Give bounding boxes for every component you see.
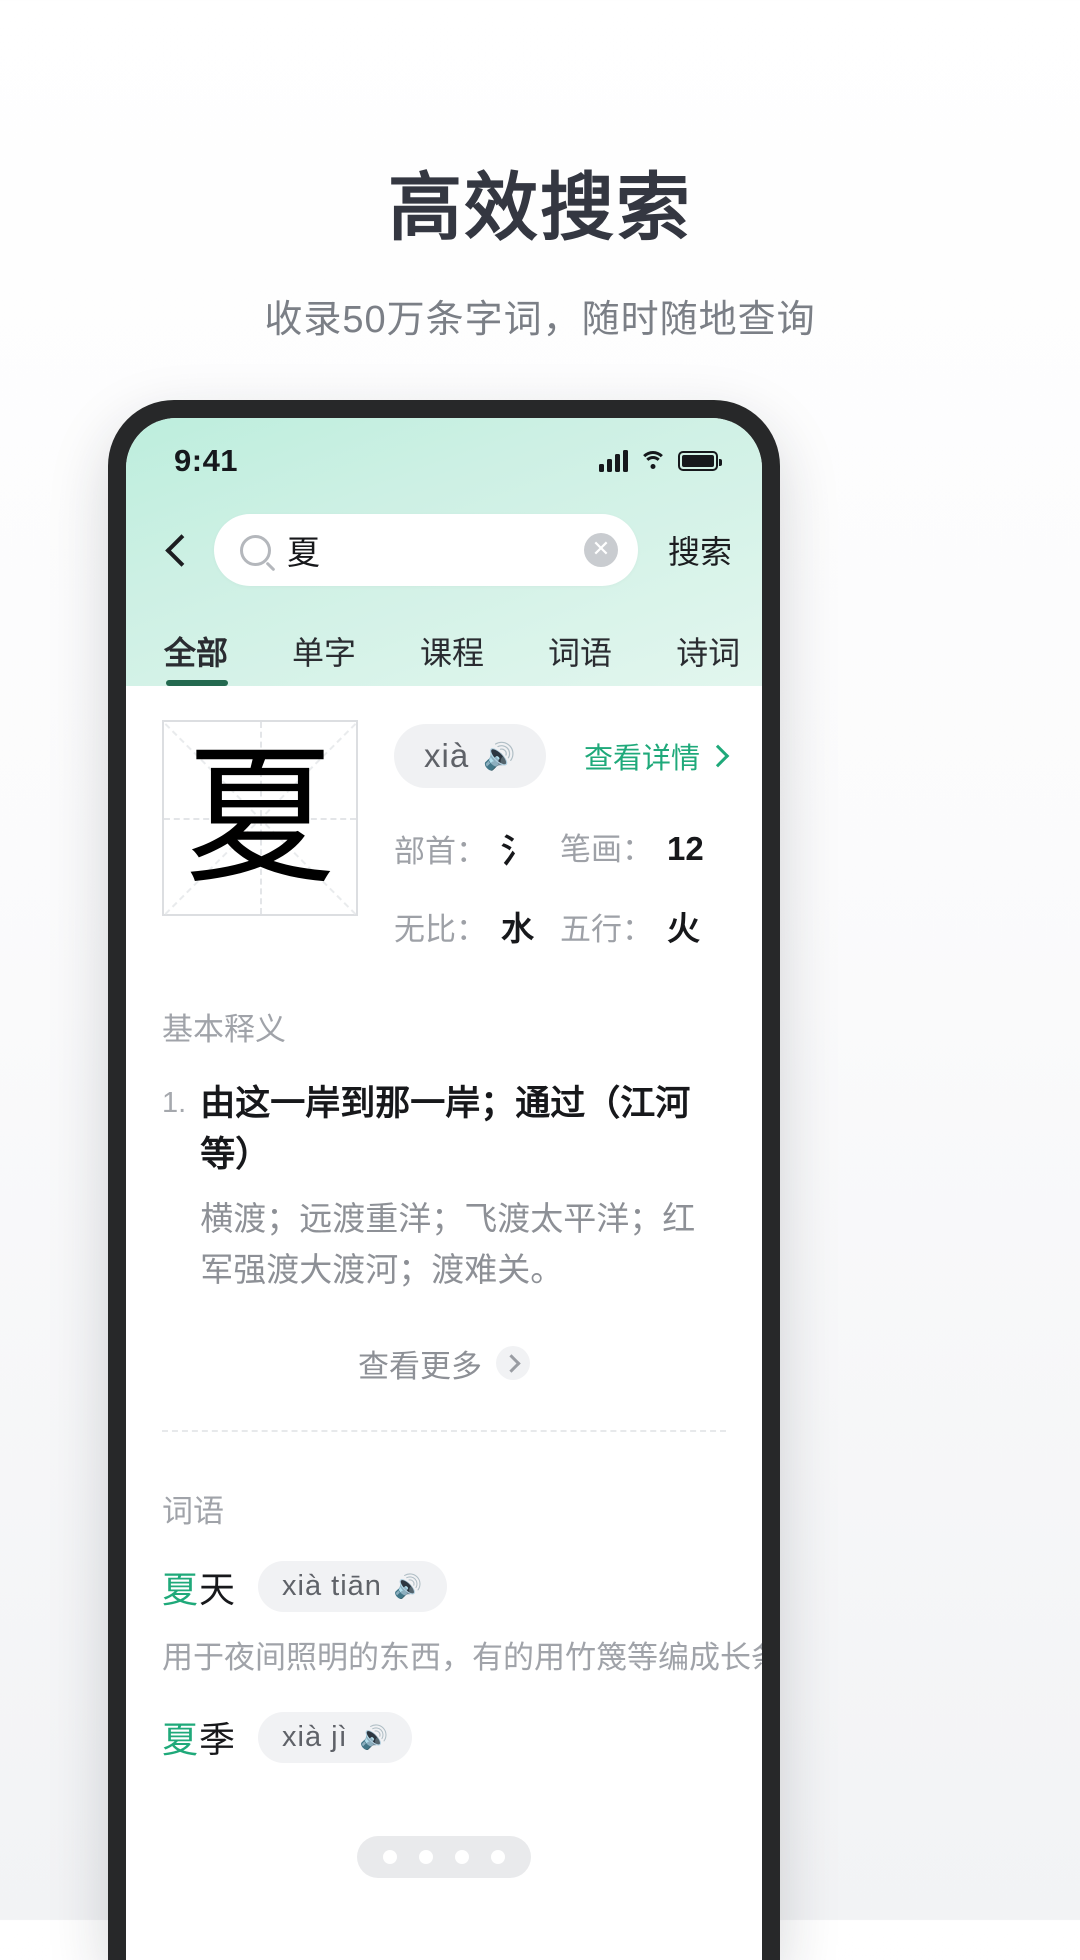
- tab-single-char[interactable]: 单字: [292, 628, 356, 686]
- app-header: 9:41 夏 ✕ 搜索 全部 单字 课程 词语 诗词: [126, 418, 762, 686]
- character-grid-tile: 夏: [162, 720, 358, 916]
- search-input[interactable]: 夏 ✕: [214, 514, 638, 586]
- status-bar-clock: 9:41: [174, 443, 239, 478]
- speaker-icon[interactable]: 🔊: [394, 1575, 423, 1598]
- tab-all[interactable]: 全部: [164, 628, 229, 686]
- tab-words[interactable]: 词语: [548, 628, 612, 686]
- attribute-value: 氵: [501, 832, 534, 869]
- word-description: 用于夜间照明的东西，有的用竹篾等编成长条，有…: [162, 1639, 762, 1675]
- search-icon: [240, 534, 271, 566]
- cellular-signal-icon: [599, 450, 628, 472]
- pinyin-text: xià jì: [282, 1720, 348, 1753]
- definition-item: 1. 由这一岸到那一岸；通过（江河等） 横渡；远渡重洋；飞渡太平洋；红军强渡大渡…: [126, 1049, 762, 1295]
- section-title-basic: 基本释义: [162, 1012, 286, 1047]
- battery-icon: [678, 451, 722, 471]
- tab-poems[interactable]: 诗词: [676, 628, 740, 686]
- phone-mockup: 9:41 夏 ✕ 搜索 全部 单字 课程 词语 诗词 夏 xià 🔊 查看详情 …: [108, 400, 780, 1960]
- speaker-icon[interactable]: 🔊: [360, 1725, 389, 1749]
- attribute-value: 火: [667, 910, 700, 947]
- character-meta: xià 🔊 查看详情 部首： 氵 笔画： 12 无比： 水 五行： 火: [394, 720, 730, 950]
- wifi-icon: [639, 451, 667, 471]
- character-meta-top: xià 🔊 查看详情: [394, 724, 730, 788]
- word-suffix: 季: [199, 1719, 237, 1761]
- chevron-right-icon: [496, 1346, 530, 1381]
- character-attributes: 部首： 氵 笔画： 12 无比： 水 五行： 火: [394, 824, 726, 950]
- word-suffix: 天: [199, 1568, 237, 1610]
- definition-headline: 由这一岸到那一岸；通过（江河等）: [200, 1084, 691, 1174]
- definition-examples: 横渡；远渡重洋；飞渡太平洋；红军强渡大渡河；渡难关。: [200, 1199, 696, 1288]
- attribute-label: 无比：: [394, 912, 487, 947]
- view-detail-link[interactable]: 查看详情: [583, 735, 730, 777]
- search-input-value: 夏: [287, 534, 321, 571]
- back-button[interactable]: [152, 522, 204, 578]
- attribute-value: 12: [667, 830, 704, 867]
- attribute-label: 部首：: [394, 834, 487, 869]
- chevron-right-icon: [706, 744, 730, 768]
- pagination-dots[interactable]: [357, 1836, 531, 1878]
- pagination-dot[interactable]: [419, 1850, 433, 1864]
- pagination-dot[interactable]: [383, 1850, 397, 1864]
- word-prefix: 夏: [162, 1719, 200, 1761]
- clear-circle-icon[interactable]: ✕: [583, 533, 618, 567]
- search-submit-button[interactable]: 搜索: [648, 527, 736, 573]
- attribute-wubi: 无比： 水: [394, 902, 560, 950]
- character-glyph: 夏: [184, 731, 335, 905]
- phone-screen: 9:41 夏 ✕ 搜索 全部 单字 课程 词语 诗词 夏 xià 🔊 查看详情 …: [126, 418, 762, 1960]
- attribute-label: 笔画：: [560, 832, 653, 867]
- page-title: 高效搜索: [388, 166, 692, 249]
- attribute-radical: 部首： 氵: [394, 824, 560, 872]
- view-more-label: 查看更多: [358, 1348, 482, 1384]
- search-bar-row: 夏 ✕ 搜索: [126, 504, 762, 612]
- attribute-value: 水: [501, 910, 534, 947]
- pinyin-text: xià: [424, 737, 470, 774]
- word-prefix: 夏: [162, 1568, 200, 1610]
- pagination-dot[interactable]: [491, 1850, 505, 1864]
- status-bar-icons: [599, 450, 722, 472]
- section-title-words: 词语: [162, 1493, 224, 1529]
- word-label: 夏季: [162, 1711, 236, 1763]
- view-more-button[interactable]: 查看更多: [126, 1295, 762, 1386]
- character-card: 夏 xià 🔊 查看详情 部首： 氵 笔画： 12 无比： 水 五行： 火: [126, 686, 762, 950]
- page-subtitle: 收录50万条字词，随时随地查询: [264, 298, 816, 341]
- list-item[interactable]: 夏季 xià jì 🔊: [126, 1681, 762, 1763]
- search-results: 夏 xià 🔊 查看详情 部首： 氵 笔画： 12 无比： 水 五行： 火 基本…: [126, 686, 762, 1926]
- word-label: 夏天: [162, 1561, 236, 1613]
- attribute-wuxing: 五行： 火: [560, 902, 726, 950]
- promo-header: 高效搜索 收录50万条字词，随时随地查询: [0, 0, 1080, 343]
- category-tabs: 全部 单字 课程 词语 诗词 名人名言: [126, 612, 762, 686]
- speaker-icon[interactable]: 🔊: [483, 743, 515, 769]
- status-bar: 9:41: [126, 418, 762, 504]
- pagination-dot[interactable]: [455, 1850, 469, 1864]
- word-pinyin-chip[interactable]: xià jì 🔊: [258, 1711, 413, 1763]
- tab-course[interactable]: 课程: [420, 628, 484, 686]
- attribute-label: 五行：: [560, 912, 653, 947]
- list-item[interactable]: 夏天 xià tiān 🔊: [126, 1531, 762, 1613]
- definition-number: 1.: [162, 1087, 187, 1119]
- word-pinyin-chip[interactable]: xià tiān 🔊: [258, 1561, 447, 1613]
- attribute-strokes: 笔画： 12: [560, 824, 726, 872]
- view-detail-label: 查看详情: [583, 743, 700, 775]
- pinyin-text: xià tiān: [282, 1570, 382, 1603]
- back-chevron-icon: [164, 533, 198, 567]
- pinyin-chip[interactable]: xià 🔊: [394, 724, 546, 788]
- definition-body: 由这一岸到那一岸；通过（江河等） 横渡；远渡重洋；飞渡太平洋；红军强渡大渡河；渡…: [200, 1079, 722, 1295]
